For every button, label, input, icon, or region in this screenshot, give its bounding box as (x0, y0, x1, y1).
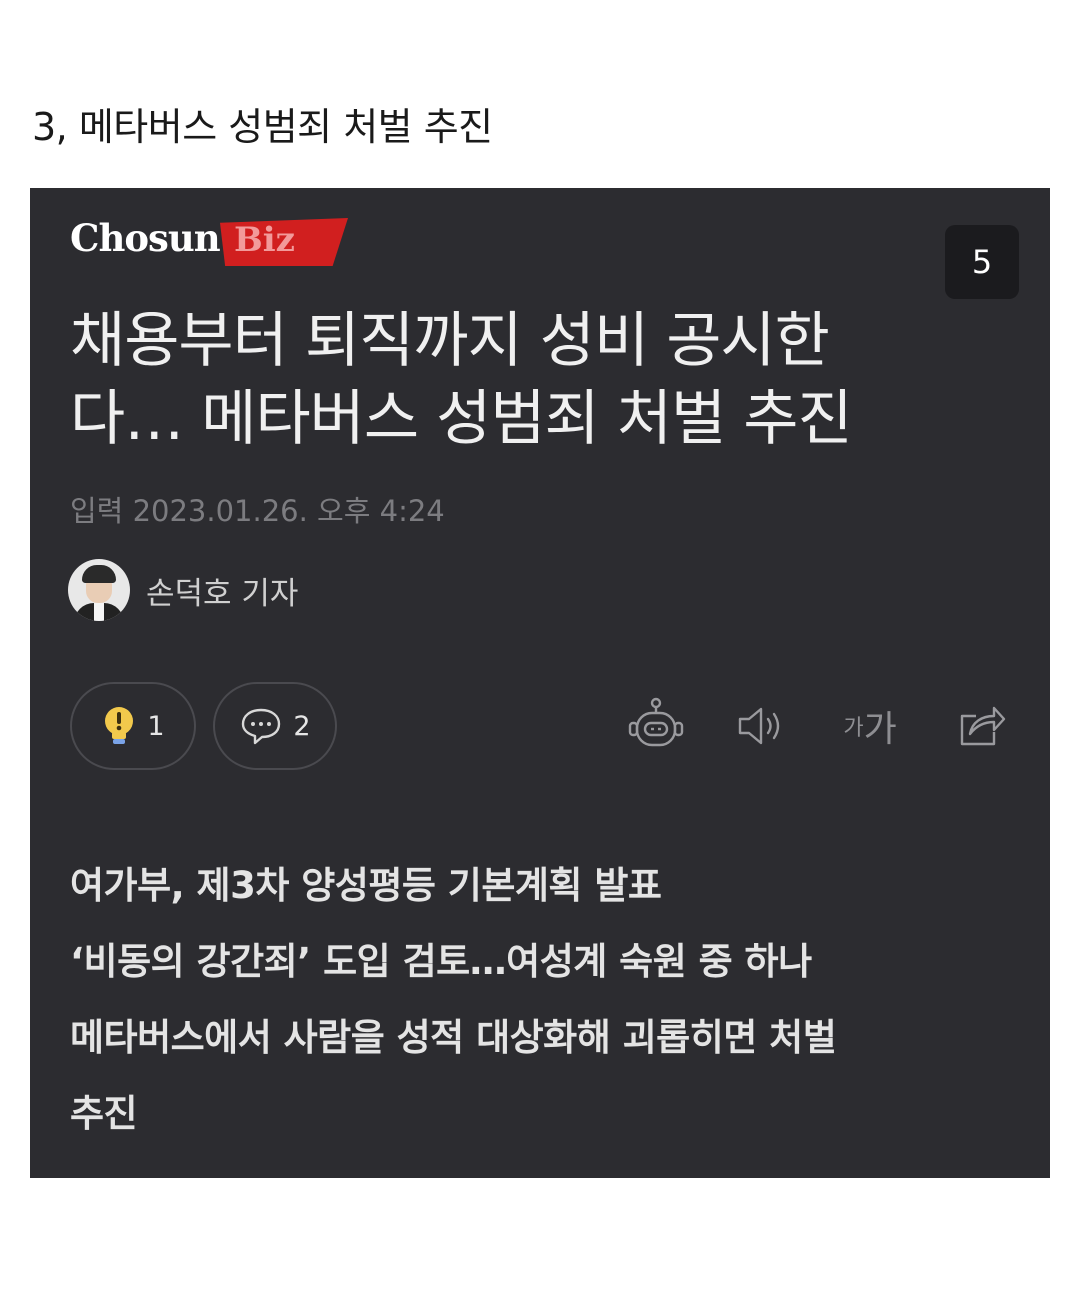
speaker-icon (738, 707, 780, 745)
summary-line: 메타버스에서 사람을 성적 대상화해 괴롭히면 처벌 (70, 1016, 837, 1059)
author-row[interactable]: 손덕호 기자 (68, 558, 298, 622)
share-icon (960, 706, 1006, 746)
summary-bot-button[interactable] (624, 694, 688, 758)
post-title: 3, 메타버스 성범죄 처벌 추진 (32, 105, 493, 149)
comment-button[interactable]: 2 (213, 682, 337, 770)
page-number-badge: 5 (945, 225, 1019, 299)
robot-icon (628, 697, 684, 747)
font-size-button[interactable]: 가가 (836, 694, 904, 758)
summary-line: 추진 (70, 1092, 138, 1135)
author-name[interactable]: 손덕호 기자 (146, 568, 298, 613)
headline-line: 다… 메타버스 성범죄 처벌 추진 (70, 384, 853, 454)
comment-icon (242, 708, 281, 745)
summary-line: ‘비동의 강간죄’ 도입 검토…여성계 숙원 중 하나 (70, 940, 812, 983)
article-headline: 채용부터 퇴직까지 성비 공시한 다… 메타버스 성범죄 처벌 추진 (70, 302, 950, 458)
article-card: Biz Chosun 5 채용부터 퇴직까지 성비 공시한 다… 메타버스 성범… (30, 188, 1050, 1178)
like-count: 1 (147, 710, 165, 742)
article-summary: 여가부, 제3차 양성평등 기본계획 발표 ‘비동의 강간죄’ 도입 검토…여성… (70, 848, 1020, 1152)
publish-date: 입력 2023.01.26. 오후 4:24 (70, 494, 445, 528)
lightbulb-icon (105, 707, 134, 744)
listen-button[interactable] (732, 694, 792, 758)
headline-line: 채용부터 퇴직까지 성비 공시한 (70, 306, 830, 376)
summary-line: 여가부, 제3차 양성평등 기본계획 발표 (70, 864, 662, 907)
font-size-large-label: 가 (863, 709, 897, 750)
comment-count: 2 (293, 710, 311, 742)
font-size-small-label: 가 (843, 716, 864, 741)
like-button[interactable]: 1 (70, 682, 196, 770)
author-avatar[interactable] (68, 559, 130, 621)
share-button[interactable] (952, 694, 1008, 758)
logo-accent-text: Biz (234, 220, 295, 260)
logo-main-text: Chosun (70, 216, 221, 260)
